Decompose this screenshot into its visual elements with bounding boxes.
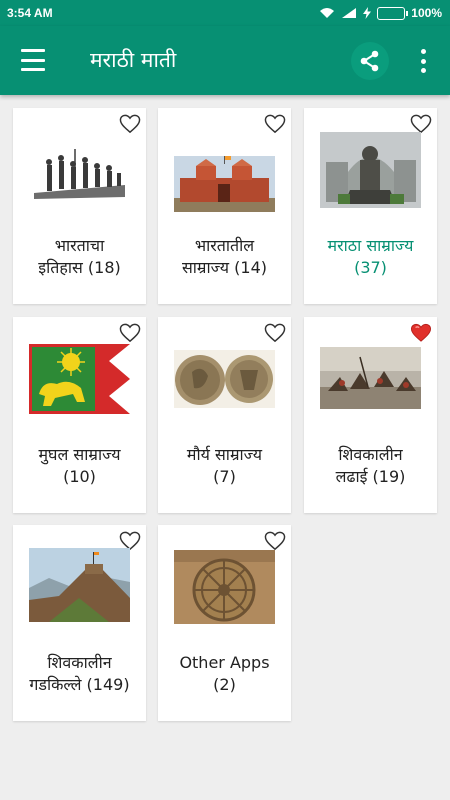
status-time: 3:54 AM: [7, 6, 53, 20]
favorite-heart-icon[interactable]: [264, 531, 286, 551]
category-label: शिवकालीन लढाई (19): [304, 444, 437, 488]
more-dot: [420, 58, 426, 64]
category-count-line: (10): [63, 467, 96, 486]
category-count-line: लढाई (19): [335, 467, 406, 486]
wifi-icon: [319, 7, 335, 19]
category-title-line: मुघल साम्राज्य: [38, 445, 121, 464]
category-card-maurya-samrajya[interactable]: मौर्य साम्राज्य (7): [158, 317, 291, 513]
favorite-heart-icon[interactable]: [410, 114, 432, 134]
more-dot: [420, 68, 426, 73]
favorite-heart-icon[interactable]: [410, 323, 432, 343]
favorite-heart-icon[interactable]: [119, 323, 141, 343]
status-bar: 3:54 AM 100%: [0, 0, 450, 26]
category-count-line: साम्राज्य (14): [181, 258, 268, 277]
category-count-line: गडकिल्ले (149): [29, 675, 130, 694]
category-thumbnail: [320, 132, 421, 208]
favorite-heart-icon[interactable]: [264, 323, 286, 343]
category-label: मौर्य साम्राज्य (7): [158, 444, 291, 488]
category-count-line: इतिहास (18): [38, 258, 121, 277]
category-count-line: (2): [213, 675, 236, 694]
category-title-line: भारतातील: [194, 236, 255, 255]
konark-wheel-image: [174, 550, 275, 624]
favorite-heart-icon[interactable]: [119, 114, 141, 134]
category-card-mughal-samrajya[interactable]: मुघल साम्राज्य (10): [13, 317, 146, 513]
category-thumbnail: [174, 550, 275, 624]
category-title-line: Other Apps: [179, 653, 270, 672]
category-thumbnail: [29, 548, 130, 622]
category-title-line: शिवकालीन: [338, 445, 403, 464]
category-thumbnail: [174, 156, 275, 212]
category-thumbnail: [320, 347, 421, 409]
category-card-bharatacha-itihas[interactable]: भारताचा इतिहास (18): [13, 108, 146, 304]
category-card-maratha-samrajya[interactable]: मराठा साम्राज्य (37): [304, 108, 437, 304]
favorite-heart-icon[interactable]: [264, 114, 286, 134]
status-icons: 100%: [319, 6, 442, 20]
freedom-march-statue-image: [29, 141, 130, 201]
battery-icon: [377, 6, 409, 20]
category-label: मराठा साम्राज्य (37): [304, 235, 437, 279]
hill-fort-image: [29, 548, 130, 622]
share-button[interactable]: [351, 42, 389, 80]
category-card-bharatatil-samrajya[interactable]: भारतातील साम्राज्य (14): [158, 108, 291, 304]
red-fort-image: [174, 156, 275, 212]
category-label: मुघल साम्राज्य (10): [13, 444, 146, 488]
category-thumbnail: [29, 141, 130, 201]
hamburger-line: [21, 58, 45, 62]
category-label: भारतातील साम्राज्य (14): [158, 235, 291, 279]
category-thumbnail: [174, 350, 275, 408]
share-icon: [360, 50, 379, 72]
maurya-coins-image: [174, 350, 275, 408]
battery-percent: 100%: [411, 6, 442, 20]
mughal-flag-image: [29, 344, 130, 414]
category-count-line: (37): [354, 258, 387, 277]
hamburger-icon: [21, 49, 45, 52]
category-title-line: शिवकालीन: [47, 653, 112, 672]
hamburger-line: [21, 68, 45, 71]
category-card-shivkalin-gadkille[interactable]: शिवकालीन गडकिल्ले (149): [13, 525, 146, 721]
category-card-other-apps[interactable]: Other Apps (2): [158, 525, 291, 721]
category-label: शिवकालीन गडकिल्ले (149): [13, 652, 146, 696]
category-count-line: (7): [213, 467, 236, 486]
signal-icon: [341, 7, 357, 19]
more-dot: [420, 49, 426, 54]
category-title-line: मौर्य साम्राज्य: [186, 445, 263, 464]
category-card-shivkalin-ladhai[interactable]: शिवकालीन लढाई (19): [304, 317, 437, 513]
category-title-line: भारताचा: [54, 236, 105, 255]
menu-button[interactable]: [18, 47, 48, 73]
app-bar: मराठी माती: [0, 26, 450, 95]
more-options-button[interactable]: [413, 46, 433, 76]
category-title-line: मराठा साम्राज्य: [327, 236, 414, 255]
app-title: मराठी माती: [90, 48, 177, 72]
category-label: भारताचा इतिहास (18): [13, 235, 146, 279]
charging-icon: [363, 7, 372, 19]
battle-painting-image: [320, 347, 421, 409]
category-thumbnail: [29, 344, 130, 414]
shivaji-statue-image: [320, 132, 421, 208]
category-label: Other Apps (2): [158, 652, 291, 696]
